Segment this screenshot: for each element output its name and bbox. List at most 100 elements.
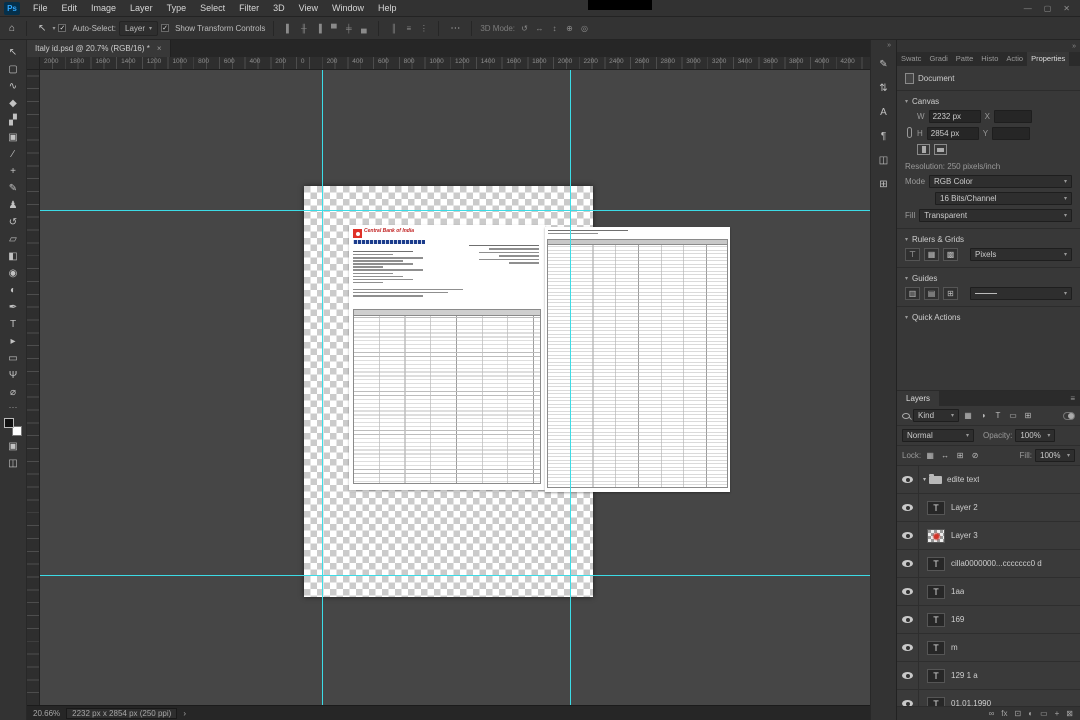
guide-vertical-right[interactable] (570, 70, 571, 705)
tab-actions[interactable]: Actio (1002, 52, 1027, 66)
foreground-color-swatch[interactable] (4, 418, 14, 428)
frame-tool-button[interactable]: ▣ (3, 129, 24, 146)
chevron-down-icon[interactable]: ▾ (52, 25, 55, 32)
color-swatches[interactable] (4, 418, 22, 436)
bit-depth-dropdown[interactable]: 16 Bits/Channel ▾ (935, 192, 1072, 205)
layer-row[interactable]: T m (897, 634, 1080, 662)
smart-guides-icon[interactable]: ▤ (924, 287, 939, 300)
layer-row[interactable]: T 01.01.1990 (897, 690, 1080, 706)
distribute-spacing-icon[interactable]: ⋮ (417, 24, 430, 33)
new-group-icon[interactable]: ▭ (1040, 709, 1048, 718)
move-tool-button[interactable]: ↖ (3, 44, 24, 61)
guide-vertical-left[interactable] (322, 70, 323, 705)
layer-row[interactable]: T 169 (897, 606, 1080, 634)
filter-toggle[interactable] (1063, 411, 1075, 420)
layer-row[interactable]: Layer 3 (897, 522, 1080, 550)
distribute-h-icon[interactable]: ≡ (402, 24, 415, 33)
new-layer-icon[interactable]: + (1055, 709, 1060, 718)
menu-type[interactable]: Type (160, 1, 194, 15)
menu-window[interactable]: Window (325, 1, 371, 15)
visibility-toggle[interactable] (897, 606, 919, 633)
type-tool-button[interactable]: T (3, 316, 24, 333)
document-tab[interactable]: Italy id.psd @ 20.7% (RGB/16) * × (27, 40, 171, 57)
clone-stamp-tool-button[interactable]: ♟ (3, 197, 24, 214)
auto-select-target-dropdown[interactable]: Layer ▾ (119, 20, 159, 36)
align-v-center-icon[interactable]: ╪ (342, 24, 355, 33)
grid-icon[interactable]: ⊞ (874, 175, 894, 194)
menu-image[interactable]: Image (84, 1, 123, 15)
character-icon[interactable]: A (874, 103, 894, 122)
more-options-icon[interactable]: ⋯ (447, 23, 463, 34)
expand-arrow-icon[interactable]: ▾ (919, 476, 928, 483)
guide-style-dropdown[interactable]: ▾ (970, 287, 1072, 300)
pen-tool-button[interactable]: ✒ (3, 299, 24, 316)
canvas-fill-dropdown[interactable]: Transparent ▾ (919, 209, 1072, 222)
menu-filter[interactable]: Filter (232, 1, 266, 15)
blend-mode-dropdown[interactable]: Normal ▾ (902, 429, 974, 442)
portrait-orientation-icon[interactable] (917, 144, 930, 155)
tab-properties[interactable]: Properties (1027, 52, 1070, 66)
close-icon[interactable]: ✕ (1063, 4, 1070, 13)
layer-row[interactable]: T Layer 2 (897, 494, 1080, 522)
chevron-down-icon[interactable]: ▾ (905, 314, 908, 321)
tab-history[interactable]: Histo (977, 52, 1002, 66)
align-left-icon[interactable]: ▌ (282, 24, 295, 33)
zoom-level[interactable]: 20.66% (33, 709, 60, 718)
3d-pan-icon[interactable]: ↕ (548, 24, 561, 33)
width-field[interactable]: 2232 px (928, 110, 981, 123)
lock-guides-icon[interactable]: ⊞ (943, 287, 958, 300)
align-top-icon[interactable]: ▀ (327, 24, 340, 33)
delete-layer-icon[interactable]: ⊠ (1066, 709, 1073, 718)
link-dimensions-icon[interactable] (906, 127, 912, 138)
layer-row-group[interactable]: ▾ edite text (897, 466, 1080, 494)
status-arrow-icon[interactable]: › (183, 709, 186, 718)
artboard-icon[interactable]: ◫ (874, 151, 894, 170)
vertical-ruler[interactable] (27, 70, 40, 705)
adjustment-layer-icon[interactable]: ◐ (1028, 709, 1033, 718)
align-h-center-icon[interactable]: ╫ (297, 24, 310, 33)
lock-all-icon[interactable]: ⊘ (969, 451, 981, 460)
visibility-toggle[interactable] (897, 578, 919, 605)
filter-pixel-icon[interactable]: ▦ (962, 411, 974, 420)
statement-page-1[interactable]: Central Bank of India (349, 225, 545, 490)
visibility-toggle[interactable] (897, 690, 919, 706)
opacity-dropdown[interactable]: 100% ▾ (1015, 429, 1056, 442)
healing-brush-tool-button[interactable]: + (3, 163, 24, 180)
horizontal-ruler[interactable]: 2000 1800 1600 1400 1200 1000 800 600 400 200 0 200… (40, 57, 870, 70)
collapse-panels-icon[interactable]: » (1072, 43, 1076, 50)
guide-horizontal-bottom[interactable] (40, 575, 870, 576)
tab-close-icon[interactable]: × (157, 44, 162, 53)
tab-layers[interactable]: Layers (897, 391, 940, 406)
minimize-icon[interactable]: — (1024, 4, 1032, 13)
menu-help[interactable]: Help (371, 1, 404, 15)
tab-swatches[interactable]: Swatc (897, 52, 925, 66)
filter-adjustment-icon[interactable]: ◑ (977, 411, 989, 420)
eyedropper-tool-button[interactable]: ∕ (3, 146, 24, 163)
collapse-panels-icon[interactable]: » (887, 40, 896, 55)
dodge-tool-button[interactable]: ◐ (3, 282, 24, 299)
3d-slide-icon[interactable]: ⊕ (563, 24, 576, 33)
align-right-icon[interactable]: ▐ (312, 24, 325, 33)
edit-toolbar-icon[interactable]: ⋯ (3, 401, 24, 414)
lock-position-icon[interactable]: ↔ (939, 451, 951, 460)
link-layers-icon[interactable]: ∞ (989, 709, 995, 718)
home-icon[interactable]: ⌂ (6, 23, 18, 34)
menu-select[interactable]: Select (193, 1, 232, 15)
menu-3d[interactable]: 3D (266, 1, 292, 15)
chevron-down-icon[interactable]: ▾ (905, 275, 908, 282)
move-tool-icon[interactable]: ↖ (35, 23, 49, 34)
filter-shape-icon[interactable]: ▭ (1007, 411, 1019, 420)
marquee-tool-button[interactable]: ▢ (3, 61, 24, 78)
auto-select-checkbox[interactable]: ✓ (58, 24, 67, 32)
tab-patterns[interactable]: Patte (952, 52, 978, 66)
quick-selection-tool-button[interactable]: ◆ (3, 95, 24, 112)
filter-type-icon[interactable]: T (992, 411, 1004, 420)
maximize-icon[interactable]: ▢ (1044, 4, 1052, 13)
3d-orbit-icon[interactable]: ↺ (518, 24, 531, 33)
3d-zoom-icon[interactable]: ◎ (578, 24, 591, 33)
arrows-icon[interactable]: ⇅ (874, 79, 894, 98)
eraser-tool-button[interactable]: ▱ (3, 231, 24, 248)
history-brush-tool-button[interactable]: ↺ (3, 214, 24, 231)
screen-mode-button[interactable]: ◫ (3, 455, 24, 472)
ruler-toggle-icon[interactable]: ⊤ (905, 248, 920, 261)
